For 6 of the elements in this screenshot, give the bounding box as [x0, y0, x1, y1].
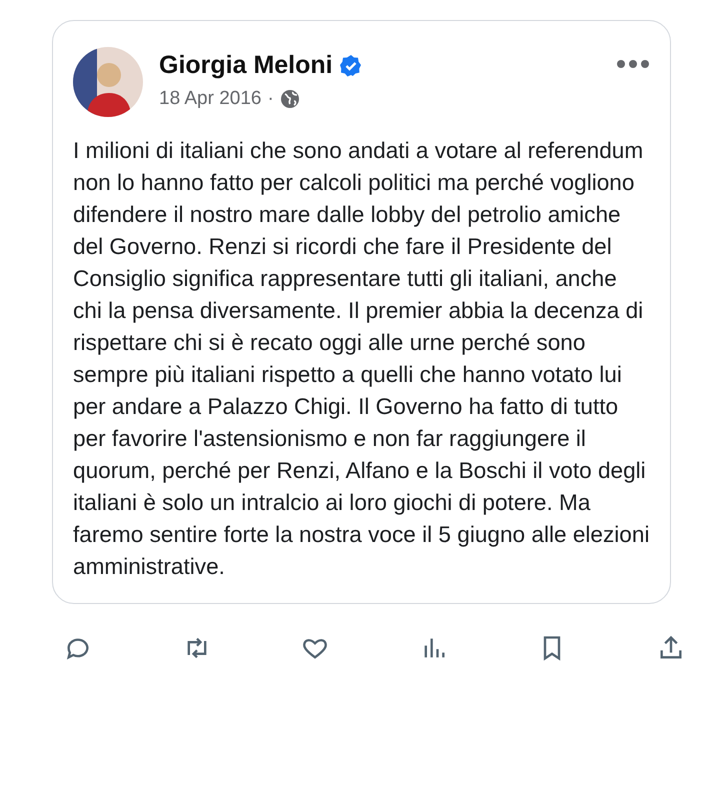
globe-icon [280, 89, 300, 109]
post-text: I milioni di italiani che sono andati a votare al referendum non lo hanno fatto per calcoli politici ma perché vogliono difendere il nostro mare dalle lobby del petrolio amiche del Governo. Renzi si ricordi che fare il Presidente del Consiglio significa rappresentare tutti gli italiani, anche chi la pensa diversamente. Il premier abbia la decenza di rispettare chi si è recato oggi alle urne perché sono sempre più italiani rispetto a quelli che hanno votato lui per andare a Palazzo Chigi. Il Governo ha fatto di tutto per favorire l'astensionismo e non far raggiungere il quorum, perché per Renzi, Alfano e la Boschi il voto degli italiani è solo un intralcio ai loro giochi di potere. Ma faremo sentire forte la nostra voce il 5 giugno alle elezioni amministrative. [73, 137, 650, 581]
author-name[interactable]: Giorgia Meloni [159, 51, 333, 80]
more-options-icon[interactable] [616, 59, 650, 69]
post-date[interactable]: 18 Apr 2016 [159, 88, 262, 110]
separator: · [267, 88, 274, 110]
